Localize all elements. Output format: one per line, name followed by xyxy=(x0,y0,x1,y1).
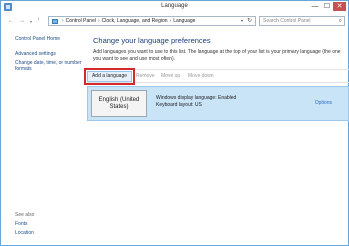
refresh-icon[interactable]: ↻ xyxy=(247,17,252,24)
minimize-button[interactable]: — xyxy=(309,2,321,11)
breadcrumb-control-panel[interactable]: Control Panel xyxy=(66,18,96,24)
change-date-time-formats-link[interactable]: Change date, time, or number formats xyxy=(15,60,85,72)
title-bar[interactable]: Language — ☐ ✕ xyxy=(1,1,348,13)
fonts-link[interactable]: Fonts xyxy=(15,221,28,227)
control-panel-folder-icon xyxy=(52,18,58,24)
breadcrumb-separator-icon: › xyxy=(169,18,172,24)
advanced-settings-link[interactable]: Advanced settings xyxy=(15,51,56,57)
search-input[interactable]: Search Control Panel ⌕ xyxy=(259,16,345,26)
breadcrumb-separator-icon: › xyxy=(97,18,100,24)
maximize-button[interactable]: ☐ xyxy=(321,2,333,11)
control-panel-home-link[interactable]: Control Panel Home xyxy=(15,36,60,42)
address-dropdown-icon[interactable]: ▾ xyxy=(241,18,243,23)
up-arrow-icon[interactable]: ↑ xyxy=(37,17,40,23)
move-up-button[interactable]: Move up xyxy=(161,73,180,80)
language-list-item[interactable]: English (United States) Windows display … xyxy=(87,86,349,121)
remove-button[interactable]: Remove xyxy=(136,73,155,80)
see-also-heading: See also xyxy=(15,212,35,218)
search-placeholder: Search Control Panel xyxy=(263,18,311,24)
navigation-bar: ← → ▾ ↑ › Control Panel › Clock, Languag… xyxy=(1,14,348,28)
recent-locations-icon[interactable]: ▾ xyxy=(30,19,32,24)
move-down-button[interactable]: Move down xyxy=(188,73,214,80)
address-bar[interactable]: › Control Panel › Clock, Language, and R… xyxy=(48,16,256,26)
close-button[interactable]: ✕ xyxy=(333,2,346,11)
language-details: Windows display language: Enabled Keyboa… xyxy=(156,95,236,108)
display-language-status: Windows display language: Enabled xyxy=(156,95,237,101)
language-name-tile[interactable]: English (United States) xyxy=(91,90,147,117)
left-pane: Control Panel Home Advanced settings Cha… xyxy=(1,29,85,244)
search-icon[interactable]: ⌕ xyxy=(339,17,342,25)
language-window: Language — ☐ ✕ ← → ▾ ↑ › Control Panel ›… xyxy=(0,0,349,246)
breadcrumb-language[interactable]: Language xyxy=(173,18,195,24)
keyboard-layout: Keyboard layout: US xyxy=(156,101,202,108)
location-link[interactable]: Location xyxy=(15,230,34,236)
main-content: Change your language preferences Add lan… xyxy=(84,29,349,244)
language-options-link[interactable]: Options xyxy=(315,100,332,106)
breadcrumb-separator-icon: › xyxy=(62,18,64,24)
window-title: Language xyxy=(161,3,188,9)
forward-arrow-icon[interactable]: → xyxy=(19,18,25,24)
back-arrow-icon[interactable]: ← xyxy=(8,18,14,24)
language-toolbar: Add a language Remove Move up Move down xyxy=(84,68,349,85)
page-title: Change your language preferences xyxy=(93,36,211,45)
page-description: Add languages you want to use to this li… xyxy=(93,49,341,62)
add-language-button[interactable]: Add a language xyxy=(84,68,135,85)
breadcrumb-clock-language-region[interactable]: Clock, Language, and Region xyxy=(102,18,168,24)
